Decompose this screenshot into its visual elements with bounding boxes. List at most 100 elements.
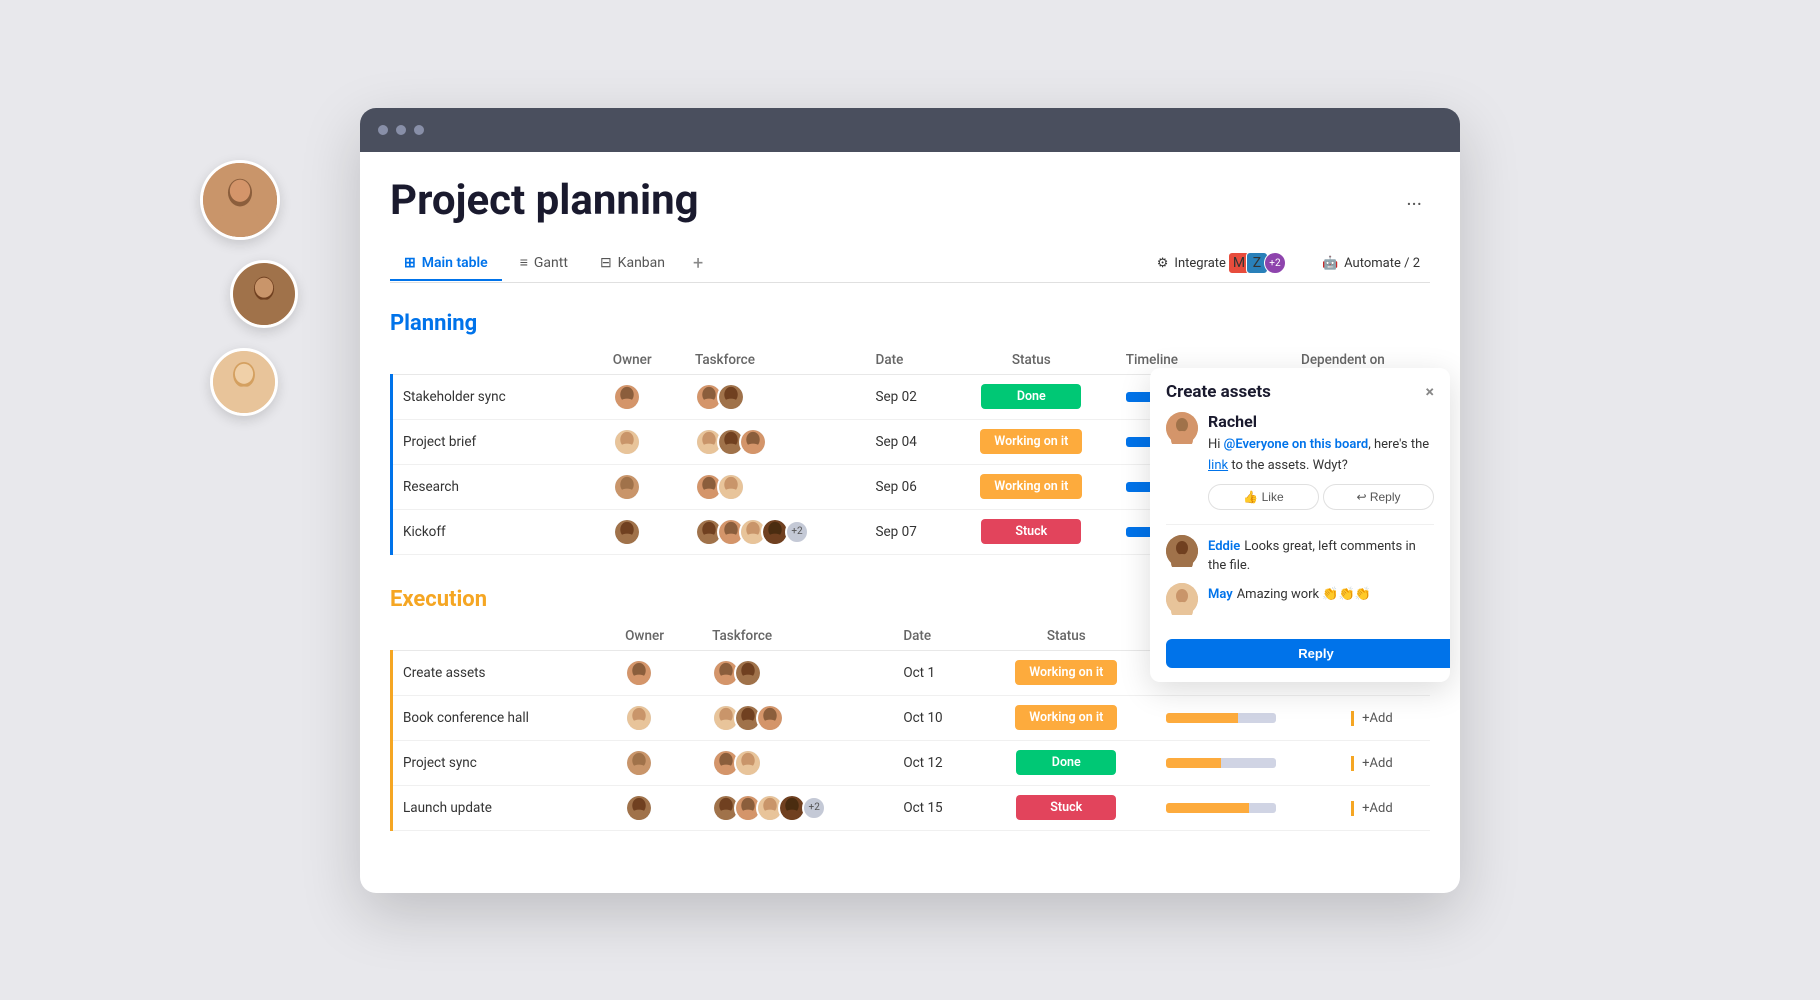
owner-avatar xyxy=(625,749,653,777)
timeline-cell xyxy=(1154,740,1340,785)
timeline-empty xyxy=(1249,803,1276,813)
browser-window: Project planning ··· ⊞ Main table ≡ Gant… xyxy=(360,108,1460,893)
col-status: Status xyxy=(979,622,1154,651)
page-title: Project planning xyxy=(390,176,699,225)
date-cell: Sep 07 xyxy=(864,509,949,554)
execution-table-row[interactable]: Book conference hall Oct 10 Working on i… xyxy=(392,695,1431,740)
taskforce-cell: +2 xyxy=(683,509,864,554)
eddie-text: Looks great, left comments in the file. xyxy=(1208,539,1416,573)
status-badge: Stuck xyxy=(981,519,1081,544)
status-cell: Done xyxy=(979,740,1154,785)
eddie-name: Eddie xyxy=(1208,539,1240,554)
close-comment-panel-button[interactable]: × xyxy=(1426,382,1435,401)
may-avatar xyxy=(1166,583,1198,615)
tab-bar: ⊞ Main table ≡ Gantt ⊟ Kanban + ⚙ Integr… xyxy=(390,245,1430,283)
owner-avatar xyxy=(613,383,641,411)
taskforce-avatar-2 xyxy=(739,428,767,456)
owner-cell xyxy=(613,740,700,785)
col-status: Status xyxy=(949,346,1114,375)
timeline-bar xyxy=(1166,754,1276,772)
dependent-value: +Add xyxy=(1351,711,1393,726)
tab-main-table[interactable]: ⊞ Main table xyxy=(390,247,502,281)
automate-button[interactable]: 🤖 Automate / 2 xyxy=(1312,251,1430,276)
col-owner: Owner xyxy=(613,622,700,651)
taskforce-avatar-1 xyxy=(717,383,745,411)
col-name xyxy=(392,346,601,375)
tab-main-table-label: Main table xyxy=(422,255,488,271)
task-name: Project brief xyxy=(392,419,601,464)
owner-avatar xyxy=(613,473,641,501)
browser-dot-2 xyxy=(396,125,406,135)
taskforce-cell xyxy=(700,740,891,785)
table-icon: ⊞ xyxy=(404,255,416,271)
dependent-cell: +Add xyxy=(1339,785,1430,830)
taskforce-cell xyxy=(700,650,891,695)
taskforce-cell xyxy=(683,464,864,509)
comment-body: Rachel Hi @Everyone on this board, here'… xyxy=(1150,412,1450,639)
assets-link[interactable]: link xyxy=(1208,458,1228,473)
timeline-cell xyxy=(1154,785,1340,830)
status-badge: Stuck xyxy=(1016,795,1116,820)
taskforce-avatar-1 xyxy=(734,659,762,687)
avatar-2[interactable] xyxy=(230,260,298,328)
taskforce-avatar-group: +2 xyxy=(695,518,852,546)
reply-submit-button[interactable]: Reply xyxy=(1166,639,1450,668)
comment-panel-title: Create assets xyxy=(1166,382,1271,402)
date-cell: Sep 04 xyxy=(864,419,949,464)
may-text: Amazing work 👏👏👏 xyxy=(1237,587,1371,602)
task-name: Stakeholder sync xyxy=(392,374,601,419)
col-name xyxy=(392,622,614,651)
like-button[interactable]: 👍 Like xyxy=(1208,484,1319,510)
taskforce-count: +2 xyxy=(785,520,809,544)
dependent-value: +Add xyxy=(1351,801,1393,816)
execution-table-row[interactable]: Launch update +2 Oct 15 Stuck xyxy=(392,785,1431,830)
more-options-button[interactable]: ··· xyxy=(1398,188,1430,220)
timeline-empty xyxy=(1221,758,1276,768)
owner-cell xyxy=(601,419,683,464)
tab-gantt[interactable]: ≡ Gantt xyxy=(506,246,582,281)
dependent-cell: +Add xyxy=(1339,695,1430,740)
status-badge: Working on it xyxy=(1015,660,1117,685)
timeline-fill xyxy=(1166,713,1238,723)
status-badge: Working on it xyxy=(980,474,1082,499)
tabs-left: ⊞ Main table ≡ Gantt ⊟ Kanban + xyxy=(390,245,713,282)
owner-avatar xyxy=(625,659,653,687)
status-cell: Working on it xyxy=(979,650,1154,695)
owner-cell xyxy=(601,464,683,509)
execution-table-row[interactable]: Project sync Oct 12 Done +Add xyxy=(392,740,1431,785)
owner-cell xyxy=(613,695,700,740)
owner-cell xyxy=(601,509,683,554)
int-avatar-count: +2 xyxy=(1264,252,1286,274)
taskforce-cell xyxy=(683,374,864,419)
taskforce-avatar-group xyxy=(712,659,879,687)
col-taskforce: Taskforce xyxy=(683,346,864,375)
owner-cell xyxy=(601,374,683,419)
date-cell: Sep 06 xyxy=(864,464,949,509)
sidebar-avatars xyxy=(200,160,298,416)
comment-actions: 👍 Like ↩ Reply xyxy=(1208,484,1434,510)
status-cell: Stuck xyxy=(949,509,1114,554)
avatar-3[interactable] xyxy=(210,348,278,416)
automate-icon: 🤖 xyxy=(1322,256,1338,271)
add-tab-button[interactable]: + xyxy=(683,245,713,282)
status-cell: Done xyxy=(949,374,1114,419)
col-owner: Owner xyxy=(601,346,683,375)
reply-button[interactable]: ↩ Reply xyxy=(1323,484,1434,510)
timeline-bar xyxy=(1166,799,1276,817)
task-name: Book conference hall xyxy=(392,695,614,740)
owner-avatar xyxy=(613,518,641,546)
taskforce-cell xyxy=(700,695,891,740)
task-name: Create assets xyxy=(392,650,614,695)
gantt-icon: ≡ xyxy=(520,254,528,271)
integrate-button[interactable]: ⚙ Integrate M Z +2 xyxy=(1147,247,1296,279)
avatar-1[interactable] xyxy=(200,160,280,240)
taskforce-avatar-group xyxy=(695,428,852,456)
status-badge: Working on it xyxy=(1015,705,1117,730)
tab-kanban[interactable]: ⊟ Kanban xyxy=(586,247,679,281)
taskforce-avatar-1 xyxy=(734,749,762,777)
tabs-right: ⚙ Integrate M Z +2 🤖 Automate / 2 xyxy=(1147,247,1430,279)
taskforce-avatar-1 xyxy=(717,473,745,501)
status-badge: Working on it xyxy=(980,429,1082,454)
integrate-label: Integrate xyxy=(1174,256,1226,271)
main-comment: Rachel Hi @Everyone on this board, here'… xyxy=(1166,412,1434,510)
